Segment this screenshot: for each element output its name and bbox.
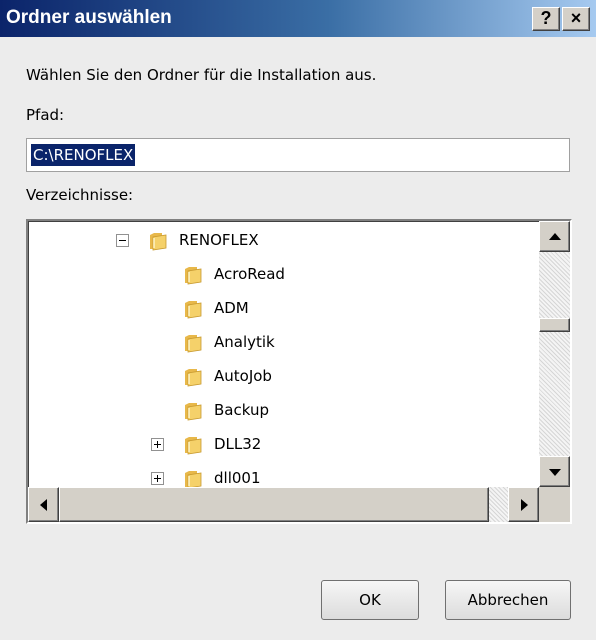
scroll-up-button[interactable] <box>539 221 570 252</box>
instruction-text: Wählen Sie den Ordner für die Installati… <box>26 66 377 84</box>
cancel-button[interactable]: Abbrechen <box>445 580 571 620</box>
path-label: Pfad: <box>26 106 65 124</box>
arrow-left-icon <box>40 499 47 511</box>
horizontal-scrollbar[interactable] <box>28 487 539 522</box>
vertical-scroll-thumb[interactable] <box>539 318 570 332</box>
path-input[interactable]: C:\RENOFLEX <box>26 138 570 172</box>
tree-item[interactable]: Backup <box>28 396 537 428</box>
path-value-selected: C:\RENOFLEX <box>31 144 136 166</box>
tree-item[interactable]: dll001 <box>28 464 537 487</box>
title-bar: Ordner auswählen ? × <box>0 0 596 37</box>
folder-icon <box>185 471 202 487</box>
vertical-scrollbar[interactable] <box>539 221 570 487</box>
folder-icon <box>185 369 202 387</box>
tree-item-label: Backup <box>214 401 269 419</box>
help-button[interactable]: ? <box>532 7 560 31</box>
tree-item[interactable]: AcroRead <box>28 260 537 292</box>
tree-item[interactable]: ADM <box>28 294 537 326</box>
scroll-down-button[interactable] <box>539 456 570 487</box>
scrollbar-corner <box>539 487 570 522</box>
tree-item-label: AcroRead <box>214 265 285 283</box>
folder-icon <box>150 233 167 251</box>
folder-icon <box>185 301 202 319</box>
tree-item-label: dll001 <box>214 469 261 487</box>
tree-item[interactable]: RENOFLEX <box>28 226 537 258</box>
scroll-right-button[interactable] <box>508 487 539 522</box>
close-button[interactable]: × <box>562 7 590 31</box>
tree-item-label: ADM <box>214 299 249 317</box>
scroll-left-button[interactable] <box>28 487 59 522</box>
tree-item[interactable]: AutoJob <box>28 362 537 394</box>
folder-icon <box>185 437 202 455</box>
expand-icon[interactable] <box>151 472 164 485</box>
expand-icon[interactable] <box>151 438 164 451</box>
tree-item-label: RENOFLEX <box>179 231 259 249</box>
arrow-down-icon <box>549 469 561 476</box>
horizontal-scroll-thumb[interactable] <box>59 487 489 522</box>
tree-item-label: Analytik <box>214 333 275 351</box>
folder-icon <box>185 267 202 285</box>
directory-tree[interactable]: RENOFLEX AcroRead ADM Analytik AutoJob Backup… <box>26 219 572 524</box>
tree-item-label: DLL32 <box>214 435 262 453</box>
collapse-icon[interactable] <box>116 234 129 247</box>
folder-icon <box>185 335 202 353</box>
tree-item[interactable]: DLL32 <box>28 430 537 462</box>
folder-icon <box>185 403 202 421</box>
ok-button[interactable]: OK <box>321 580 419 620</box>
arrow-up-icon <box>549 233 561 240</box>
directories-label: Verzeichnisse: <box>26 186 134 204</box>
tree-item-label: AutoJob <box>214 367 272 385</box>
tree-view[interactable]: RENOFLEX AcroRead ADM Analytik AutoJob Backup… <box>28 221 537 487</box>
window-title: Ordner auswählen <box>6 7 172 28</box>
tree-item[interactable]: Analytik <box>28 328 537 360</box>
arrow-right-icon <box>521 499 528 511</box>
